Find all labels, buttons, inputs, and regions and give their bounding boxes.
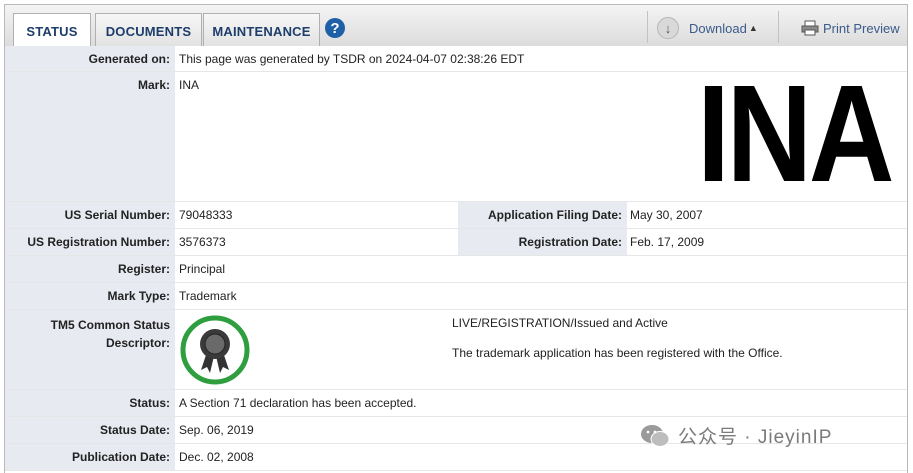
help-icon[interactable]: ? [325,18,345,38]
filing-date-value: May 30, 2007 [630,208,703,222]
mark-type-label: Mark Type: [5,283,175,309]
status-date-label: Status Date: [5,417,175,443]
status-date-value: Sep. 06, 2019 [179,423,254,437]
mark-label: Mark: [5,72,175,201]
generated-on-label: Generated on: [5,46,175,71]
status-panel: Generated on: This page was generated by… [4,46,908,473]
row-register: Register: Principal [5,256,907,283]
filing-date-label: Application Filing Date: [458,202,627,228]
row-registration: US Registration Number: 3576373 Registra… [5,229,907,256]
watermark-text: 公众号 · JieyinIP [678,427,833,448]
tm5-status-description: The trademark application has been regis… [452,346,783,360]
download-label: Download [689,20,747,36]
registration-number-label: US Registration Number: [5,229,175,255]
status-label: Status: [5,390,175,416]
toolbar-divider [778,11,779,43]
printer-icon [801,20,819,36]
registration-date-label: Registration Date: [458,229,627,255]
publication-date-label: Publication Date: [5,444,175,470]
row-mark-type: Mark Type: Trademark [5,283,907,310]
tab-status[interactable]: STATUS [13,13,91,48]
caret-up-icon: ▲ [748,23,758,33]
status-value: A Section 71 declaration has been accept… [179,396,417,410]
registration-number-value: 3576373 [179,235,226,249]
register-label: Register: [5,256,175,282]
mark-type-value: Trademark [179,289,237,303]
download-button[interactable]: ↓ Download ▲ [657,15,758,41]
serial-number-label: US Serial Number: [5,202,175,228]
tm5-status-title: LIVE/REGISTRATION/Issued and Active [452,316,668,330]
generated-on-value: This page was generated by TSDR on 2024-… [179,52,525,66]
print-preview-label: Print Preview [823,20,900,36]
publication-date-value: Dec. 02, 2008 [179,450,254,464]
row-serial: US Serial Number: 79048333 Application F… [5,202,907,229]
mark-image: INA [697,57,895,211]
serial-number-value: 79048333 [179,208,233,222]
register-value: Principal [179,262,226,276]
registration-date-value: Feb. 17, 2009 [630,235,705,249]
tab-bar: STATUS DOCUMENTS MAINTENANCE ? ↓ Downloa… [4,4,908,48]
print-preview-button[interactable]: Print Preview [801,15,900,41]
toolbar-divider [647,11,648,43]
tm5-label: TM5 Common Status Descriptor: [5,310,175,389]
tm5-label-line1: TM5 Common Status [50,318,170,332]
row-tm5-status: TM5 Common Status Descriptor: LIVE/REGIS… [5,310,907,390]
tm5-label-line2: Descriptor: [105,336,170,350]
tab-maintenance[interactable]: MAINTENANCE [203,13,320,48]
watermark: 公众号 · JieyinIP [640,422,832,449]
mark-value: INA [179,78,200,92]
row-status: Status: A Section 71 declaration has bee… [5,390,907,417]
tab-documents[interactable]: DOCUMENTS [95,13,202,48]
wechat-icon [641,424,670,447]
download-arrow-icon: ↓ [657,17,679,39]
registered-badge-icon [180,315,250,385]
